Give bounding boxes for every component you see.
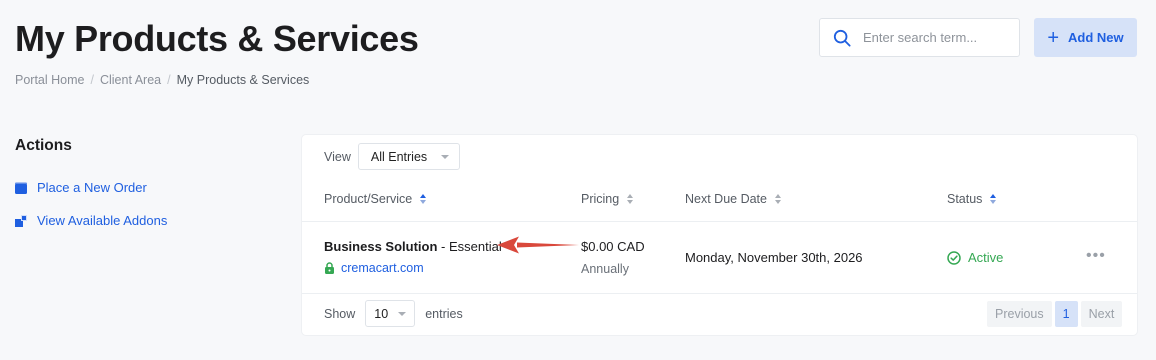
breadcrumb-separator: /: [167, 73, 171, 87]
lock-icon: [325, 262, 334, 274]
next-page-button[interactable]: Next: [1080, 301, 1123, 327]
domain-text: cremacart.com: [341, 261, 424, 275]
annotation-arrow-icon: [497, 236, 579, 254]
previous-page-button[interactable]: Previous: [987, 301, 1052, 327]
place-new-order-label: Place a New Order: [37, 180, 147, 195]
product-plan: - Essential: [437, 239, 502, 254]
view-filter-value: All Entries: [370, 149, 428, 164]
column-label: Status: [947, 192, 983, 206]
footer-divider: [302, 293, 1137, 294]
view-filter-select[interactable]: All Entries: [357, 143, 461, 170]
next-due-date: Monday, November 30th, 2026: [685, 250, 863, 265]
status-text: Active: [968, 250, 1004, 265]
breadcrumb-client-area[interactable]: Client Area: [100, 73, 161, 87]
cart-icon: [15, 182, 27, 194]
add-new-label: Add New: [1068, 30, 1124, 45]
column-header-status[interactable]: Status: [947, 192, 997, 206]
breadcrumb: Portal Home / Client Area / My Products …: [15, 73, 309, 87]
breadcrumb-portal-home[interactable]: Portal Home: [15, 73, 84, 87]
page-title: My Products & Services: [15, 18, 419, 59]
column-label: Product/Service: [324, 192, 413, 206]
actions-heading: Actions: [15, 137, 72, 154]
page-size-select[interactable]: 10: [365, 300, 416, 327]
plus-icon: +: [1047, 26, 1060, 49]
view-addons-link[interactable]: View Available Addons: [15, 213, 167, 228]
breadcrumb-current: My Products & Services: [176, 73, 310, 87]
more-options-icon[interactable]: •••: [1086, 247, 1106, 265]
chevron-down-icon: [398, 311, 407, 316]
product-title: Business Solution: [324, 239, 438, 254]
header-divider: [302, 221, 1137, 222]
view-label: View: [324, 149, 351, 164]
sort-icon: [627, 194, 634, 204]
page-size-value: 10: [374, 306, 389, 321]
sort-icon: [774, 194, 781, 204]
price-value: $0.00 CAD: [581, 239, 645, 254]
search-input[interactable]: [863, 30, 1013, 45]
sort-icon: [420, 194, 427, 204]
view-addons-label: View Available Addons: [37, 213, 168, 228]
pagination: Previous 1 Next: [987, 301, 1123, 327]
column-label: Pricing: [581, 192, 620, 206]
search-icon: [833, 29, 851, 47]
sort-icon: [990, 194, 997, 204]
billing-cycle: Annually: [581, 262, 629, 276]
check-circle-icon: [947, 250, 961, 265]
column-header-product[interactable]: Product/Service: [324, 192, 427, 206]
products-table-card: View All Entries Product/Service Pricing…: [302, 135, 1137, 335]
place-new-order-link[interactable]: Place a New Order: [15, 180, 147, 195]
column-header-pricing[interactable]: Pricing: [581, 192, 634, 206]
column-header-next-due-date[interactable]: Next Due Date: [685, 192, 781, 206]
current-page-button[interactable]: 1: [1054, 301, 1078, 327]
show-label: Show: [324, 306, 356, 321]
add-new-button[interactable]: + Add New: [1034, 18, 1137, 57]
entries-label: entries: [425, 306, 463, 321]
chevron-down-icon: [441, 154, 450, 159]
column-label: Next Due Date: [685, 192, 767, 206]
breadcrumb-separator: /: [90, 73, 94, 87]
search-box[interactable]: [819, 18, 1020, 57]
page-size-control: Show 10 entries: [324, 300, 463, 327]
status-badge: Active: [947, 250, 1003, 265]
product-name: Business Solution - Essential: [324, 239, 502, 254]
domain-link[interactable]: cremacart.com: [324, 261, 424, 275]
view-filter: View All Entries: [324, 143, 461, 170]
cubes-icon: [15, 214, 27, 227]
